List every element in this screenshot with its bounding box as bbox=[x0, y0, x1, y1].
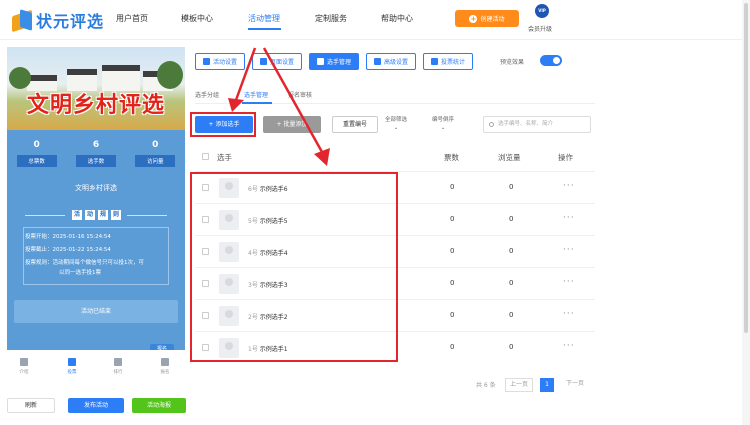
scrollbar-thumb[interactable] bbox=[744, 3, 748, 333]
annotation-arrows bbox=[228, 47, 330, 166]
